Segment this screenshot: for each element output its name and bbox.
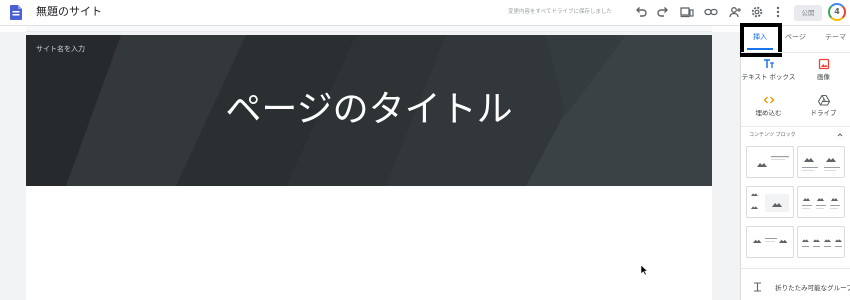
chevron-up-icon[interactable] [837, 132, 843, 138]
share-icon[interactable] [728, 5, 742, 19]
layout-block-3[interactable] [746, 186, 794, 218]
site-title[interactable]: 無題のサイト [36, 5, 102, 19]
content-blocks-label: コンテンツ ブロック [749, 132, 796, 138]
sites-logo-icon [10, 5, 22, 20]
more-vert-icon[interactable] [771, 5, 785, 19]
link-icon[interactable] [704, 5, 718, 19]
text-box-icon [763, 59, 774, 68]
undo-icon[interactable] [634, 5, 648, 19]
divider [741, 126, 850, 127]
mouse-cursor-icon [640, 264, 648, 276]
collapsible-group-label: 折りたたみ可能なグループ [775, 283, 850, 292]
avatar[interactable]: 4 [828, 3, 846, 21]
text-box-label: テキスト ボックス [741, 73, 796, 81]
image-icon [818, 58, 829, 70]
drive-icon [817, 94, 830, 106]
publish-button[interactable]: 公開 [794, 5, 822, 21]
embed-icon [763, 96, 774, 104]
layout-block-6[interactable] [797, 226, 845, 258]
layout-block-5[interactable] [746, 226, 794, 258]
layout-block-1[interactable] [746, 146, 794, 178]
layout-block-4[interactable] [797, 186, 845, 218]
image-tool[interactable]: 画像 [796, 58, 850, 82]
page-title[interactable]: ページのタイトル [26, 87, 712, 133]
header-banner[interactable]: サイト名を入力 ページのタイトル [26, 35, 712, 186]
tab-pages[interactable]: ページ [785, 32, 806, 42]
settings-icon[interactable] [750, 5, 764, 19]
top-bar: 無題のサイト 変更内容をすべてドライブに保存しました 公開 4 [0, 0, 850, 26]
drive-tool[interactable]: ドライブ [796, 94, 850, 118]
site-name-placeholder[interactable]: サイト名を入力 [36, 44, 85, 54]
preview-icon[interactable] [680, 5, 694, 19]
image-label: 画像 [817, 73, 830, 81]
drive-label: ドライブ [810, 109, 837, 117]
embed-tool[interactable]: 埋め込む [741, 94, 796, 118]
divider [741, 52, 850, 53]
collapsible-group-icon [754, 281, 761, 292]
layout-block-2[interactable] [797, 146, 845, 178]
tab-themes[interactable]: テーマ [825, 32, 846, 42]
embed-label: 埋め込む [755, 109, 782, 117]
save-status: 変更内容をすべてドライブに保存しました [508, 9, 612, 15]
text-box-tool[interactable]: テキスト ボックス [741, 58, 796, 82]
redo-icon[interactable] [656, 5, 670, 19]
collapsible-group-tool[interactable]: 折りたたみ可能なグループ [753, 276, 850, 292]
divider [741, 268, 850, 269]
side-panel: 挿入 ページ テーマ テキスト ボックス 画像 埋め込む ドライブ コンテンツ … [740, 23, 850, 300]
